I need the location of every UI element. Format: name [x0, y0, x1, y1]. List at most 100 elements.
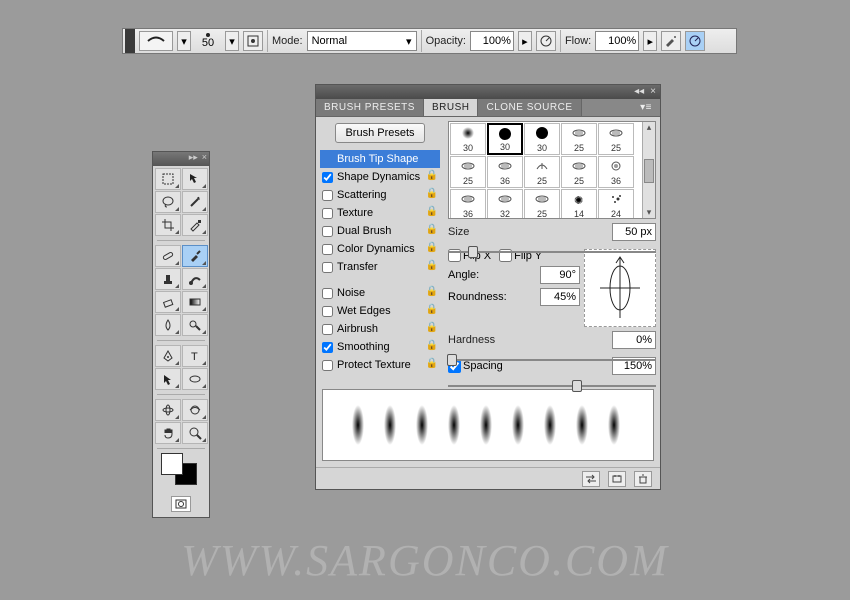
brush-option-item[interactable]: Texture🔒: [320, 204, 440, 222]
ob-drag-handle[interactable]: [125, 29, 135, 53]
panel-close-icon[interactable]: ×: [650, 85, 656, 99]
blend-mode-select[interactable]: Normal▾: [307, 31, 417, 51]
brush-tip[interactable]: 25: [524, 156, 560, 188]
lock-icon[interactable]: 🔒: [426, 224, 438, 235]
quick-mask-button[interactable]: [171, 496, 191, 512]
brush-tip[interactable]: ✺14: [561, 189, 597, 219]
tips-scrollbar[interactable]: ▴▾: [642, 122, 655, 218]
option-checkbox[interactable]: [322, 360, 333, 371]
brush-presets-button[interactable]: Brush Presets: [335, 123, 425, 143]
roundness-input[interactable]: 45%: [540, 288, 580, 306]
lock-icon[interactable]: 🔒: [426, 340, 438, 351]
brush-tip[interactable]: 30: [450, 123, 486, 155]
brush-option-item[interactable]: Smoothing🔒: [320, 338, 440, 356]
panel-menu-icon[interactable]: ▾≡: [632, 99, 660, 116]
brush-option-item[interactable]: Shape Dynamics🔒: [320, 168, 440, 186]
shape-tool[interactable]: [182, 368, 208, 390]
gradient-tool[interactable]: [182, 291, 208, 313]
brush-size-dropdown[interactable]: ▾: [225, 31, 239, 51]
brush-tip[interactable]: 25: [598, 123, 634, 155]
collapse-icon[interactable]: ▸▸: [189, 152, 198, 166]
brush-tip[interactable]: 32: [487, 189, 523, 219]
brush-tip[interactable]: 30: [524, 123, 560, 155]
hardness-input[interactable]: 0%: [612, 331, 656, 349]
brush-option-item[interactable]: Dual Brush🔒: [320, 222, 440, 240]
brush-tool[interactable]: [182, 245, 208, 267]
option-checkbox[interactable]: [322, 226, 333, 237]
close-icon[interactable]: ×: [202, 152, 207, 166]
foreground-color-swatch[interactable]: [161, 453, 183, 475]
crop-tool[interactable]: [155, 214, 181, 236]
eyedropper-tool[interactable]: [182, 214, 208, 236]
history-brush-tool[interactable]: [182, 268, 208, 290]
brush-option-item[interactable]: Wet Edges🔒: [320, 302, 440, 320]
brush-tip[interactable]: 25: [450, 156, 486, 188]
opacity-dropdown[interactable]: ▸: [518, 31, 532, 51]
tab-brush[interactable]: BRUSH: [424, 99, 479, 116]
brush-tip[interactable]: 25: [561, 123, 597, 155]
new-brush-button[interactable]: [608, 471, 626, 487]
hand-tool[interactable]: [155, 422, 181, 444]
healing-brush-tool[interactable]: [155, 245, 181, 267]
type-tool[interactable]: T: [182, 345, 208, 367]
brush-tip[interactable]: 24: [598, 189, 634, 219]
brush-tip[interactable]: 25: [561, 156, 597, 188]
brush-tip[interactable]: 30: [487, 123, 523, 155]
toggle-preview-button[interactable]: [582, 471, 600, 487]
magic-wand-tool[interactable]: [182, 191, 208, 213]
lock-icon[interactable]: 🔒: [426, 206, 438, 217]
brush-orientation-widget[interactable]: [584, 249, 656, 327]
brush-option-item[interactable]: Brush Tip Shape🔒: [320, 150, 440, 168]
option-checkbox[interactable]: [322, 244, 333, 255]
lock-icon[interactable]: 🔒: [426, 286, 438, 297]
3d-camera-tool[interactable]: [182, 399, 208, 421]
brush-option-item[interactable]: Noise🔒: [320, 284, 440, 302]
flow-input[interactable]: 100%: [595, 31, 639, 51]
collapse-icon[interactable]: ◂◂: [634, 85, 644, 99]
option-checkbox[interactable]: [322, 288, 333, 299]
option-checkbox[interactable]: [322, 190, 333, 201]
lock-icon[interactable]: 🔒: [426, 170, 438, 181]
lock-icon[interactable]: 🔒: [426, 322, 438, 333]
dodge-tool[interactable]: [182, 314, 208, 336]
lock-icon[interactable]: 🔒: [426, 260, 438, 271]
brush-option-item[interactable]: Transfer🔒: [320, 258, 440, 276]
flow-dropdown[interactable]: ▸: [643, 31, 657, 51]
lock-icon[interactable]: 🔒: [426, 242, 438, 253]
pen-tool[interactable]: [155, 345, 181, 367]
option-checkbox[interactable]: [322, 262, 333, 273]
clone-stamp-tool[interactable]: [155, 268, 181, 290]
option-checkbox[interactable]: [322, 172, 333, 183]
opacity-pressure-button[interactable]: [536, 31, 556, 51]
option-checkbox[interactable]: [322, 208, 333, 219]
brush-tip[interactable]: 36: [450, 189, 486, 219]
brush-size-preview[interactable]: 50: [195, 33, 221, 49]
size-pressure-button[interactable]: [685, 31, 705, 51]
brush-tip[interactable]: 36: [487, 156, 523, 188]
airbrush-button[interactable]: [661, 31, 681, 51]
brush-tip[interactable]: 25: [524, 189, 560, 219]
brush-tip[interactable]: 36: [598, 156, 634, 188]
3d-rotate-tool[interactable]: [155, 399, 181, 421]
tab-brush-presets[interactable]: BRUSH PRESETS: [316, 99, 424, 116]
lasso-tool[interactable]: [155, 191, 181, 213]
path-select-tool[interactable]: [155, 368, 181, 390]
brush-preset-picker[interactable]: [139, 31, 173, 51]
size-input[interactable]: 50 px: [612, 223, 656, 241]
zoom-tool[interactable]: [182, 422, 208, 444]
lock-icon[interactable]: 🔒: [426, 358, 438, 369]
delete-brush-button[interactable]: [634, 471, 652, 487]
brush-option-item[interactable]: Airbrush🔒: [320, 320, 440, 338]
marquee-tool[interactable]: [155, 168, 181, 190]
opacity-input[interactable]: 100%: [470, 31, 514, 51]
option-checkbox[interactable]: [322, 306, 333, 317]
brush-option-item[interactable]: Protect Texture🔒: [320, 356, 440, 374]
blur-tool[interactable]: [155, 314, 181, 336]
toggle-brush-panel-button[interactable]: [243, 31, 263, 51]
option-checkbox[interactable]: [322, 324, 333, 335]
move-tool[interactable]: [182, 168, 208, 190]
brush-preset-dropdown[interactable]: ▾: [177, 31, 191, 51]
lock-icon[interactable]: 🔒: [426, 188, 438, 199]
brush-option-item[interactable]: Scattering🔒: [320, 186, 440, 204]
lock-icon[interactable]: 🔒: [426, 304, 438, 315]
